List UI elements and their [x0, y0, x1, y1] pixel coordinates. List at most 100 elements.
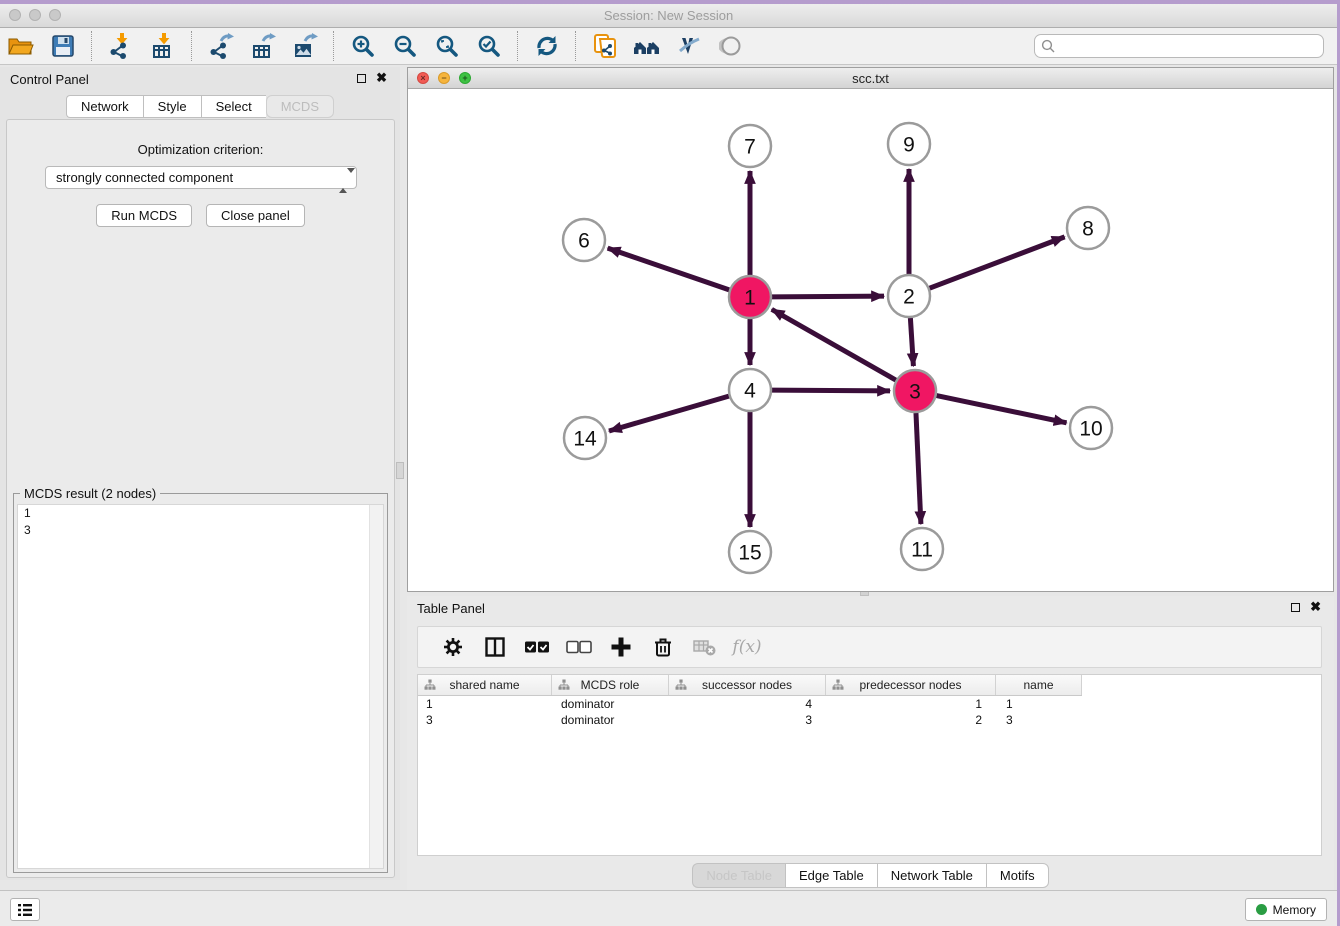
edge-2-3[interactable] [910, 318, 913, 366]
vertical-splitter-grip[interactable] [396, 462, 404, 479]
edge-3-10[interactable] [937, 396, 1067, 423]
scrollbar-track[interactable] [369, 505, 383, 868]
close-panel-button[interactable]: Close panel [206, 204, 305, 227]
edge-4-3[interactable] [772, 390, 890, 391]
mcds-panel: Optimization criterion: strongly connect… [6, 119, 395, 878]
float-panel-icon[interactable] [357, 74, 366, 83]
column-header-successor-nodes[interactable]: successor nodes [669, 675, 826, 695]
table-panel-tabs: Node Table Edge Table Network Table Moti… [407, 863, 1334, 888]
select-all-icon[interactable] [524, 634, 550, 660]
chevron-up-down-icon [339, 170, 349, 186]
close-panel-icon[interactable]: ✖ [376, 71, 387, 85]
edge-3-11[interactable] [916, 413, 921, 524]
cell-shared-name[interactable]: 1 [418, 696, 552, 712]
export-image-icon[interactable] [290, 32, 320, 60]
toggle-graphics-details-icon[interactable] [674, 32, 704, 60]
graph-node-7[interactable]: 7 [729, 125, 771, 167]
cell-predecessor-nodes[interactable]: 2 [826, 712, 996, 728]
column-header-mcds-role[interactable]: MCDS role [552, 675, 669, 695]
cell-shared-name[interactable]: 3 [418, 712, 552, 728]
edge-1-2[interactable] [772, 296, 884, 297]
column-label: shared name [449, 678, 519, 692]
tab-network-table[interactable]: Network Table [877, 863, 986, 888]
tab-network[interactable]: Network [66, 95, 143, 118]
delete-icon[interactable] [650, 634, 676, 660]
toolbar-separator [333, 31, 335, 61]
mcds-result-list[interactable]: 1 3 [17, 504, 384, 869]
close-panel-icon[interactable]: ✖ [1310, 600, 1321, 614]
network-graph[interactable]: 7 9 6 8 1 2 4 3 14 10 15 11 [408, 89, 1333, 591]
network-view-title: scc.txt [408, 71, 1333, 86]
eye-icon[interactable] [716, 32, 746, 60]
column-label: predecessor nodes [859, 678, 961, 692]
columns-icon[interactable] [482, 634, 508, 660]
graph-node-15[interactable]: 15 [729, 531, 771, 573]
tab-motifs[interactable]: Motifs [986, 863, 1049, 888]
save-session-icon[interactable] [48, 32, 78, 60]
graph-node-6[interactable]: 6 [563, 219, 605, 261]
deselect-all-icon[interactable] [566, 634, 592, 660]
column-header-shared-name[interactable]: shared name [418, 675, 552, 695]
table-panel-title: Table Panel [417, 601, 485, 616]
delete-table-icon[interactable] [692, 634, 718, 660]
edge-4-14[interactable] [609, 396, 729, 431]
cell-name[interactable]: 3 [996, 712, 1082, 728]
mcds-result-item[interactable]: 3 [18, 522, 383, 539]
float-panel-icon[interactable] [1291, 603, 1300, 612]
memory-button[interactable]: Memory [1245, 898, 1327, 921]
cell-predecessor-nodes[interactable]: 1 [826, 696, 996, 712]
graph-node-14[interactable]: 14 [564, 417, 606, 459]
network-canvas[interactable]: 7 9 6 8 1 2 4 3 14 10 15 11 [408, 89, 1333, 591]
graph-node-1[interactable]: 1 [729, 276, 771, 318]
export-network-icon[interactable] [206, 32, 236, 60]
mcds-result-item[interactable]: 1 [18, 505, 383, 522]
zoom-selected-icon[interactable] [474, 32, 504, 60]
tab-select[interactable]: Select [201, 95, 266, 118]
cell-name[interactable]: 1 [996, 696, 1082, 712]
graph-node-10[interactable]: 10 [1070, 407, 1112, 449]
graph-node-label: 15 [738, 541, 761, 564]
apply-layout-icon[interactable] [532, 32, 562, 60]
first-neighbors-icon[interactable] [632, 32, 662, 60]
edge-1-6[interactable] [608, 248, 730, 290]
gear-icon[interactable] [440, 634, 466, 660]
graph-node-9[interactable]: 9 [888, 123, 930, 165]
task-history-button[interactable] [10, 898, 40, 921]
zoom-in-icon[interactable] [348, 32, 378, 60]
open-file-icon[interactable] [6, 32, 36, 60]
tab-style[interactable]: Style [143, 95, 201, 118]
run-mcds-button[interactable]: Run MCDS [96, 204, 192, 227]
tab-edge-table[interactable]: Edge Table [785, 863, 877, 888]
table-row[interactable]: 1 dominator 4 1 1 [418, 696, 1321, 712]
tab-node-table[interactable]: Node Table [692, 863, 785, 888]
add-column-icon[interactable] [608, 634, 634, 660]
function-builder-icon[interactable]: f(x) [734, 634, 760, 660]
graph-node-3[interactable]: 3 [894, 370, 936, 412]
table-row[interactable]: 3 dominator 3 2 3 [418, 712, 1321, 728]
import-table-icon[interactable] [148, 32, 178, 60]
zoom-fit-icon[interactable] [432, 32, 462, 60]
graph-node-label: 11 [911, 538, 933, 561]
control-panel-title: Control Panel [10, 72, 89, 87]
cell-mcds-role[interactable]: dominator [552, 696, 669, 712]
cell-mcds-role[interactable]: dominator [552, 712, 669, 728]
node-table[interactable]: shared name MCDS role successor nodes pr… [417, 674, 1322, 856]
graph-node-4[interactable]: 4 [729, 369, 771, 411]
cell-successor-nodes[interactable]: 4 [669, 696, 826, 712]
tab-mcds[interactable]: MCDS [266, 95, 334, 118]
graph-node-2[interactable]: 2 [888, 275, 930, 317]
optimization-criterion-select[interactable]: strongly connected component [45, 166, 357, 189]
column-header-predecessor-nodes[interactable]: predecessor nodes [826, 675, 996, 695]
column-header-name[interactable]: name [996, 675, 1082, 695]
clone-network-icon[interactable] [590, 32, 620, 60]
graph-node-8[interactable]: 8 [1067, 207, 1109, 249]
edge-3-1[interactable] [772, 309, 896, 380]
zoom-out-icon[interactable] [390, 32, 420, 60]
export-table-icon[interactable] [248, 32, 278, 60]
search-input[interactable] [1034, 34, 1324, 58]
edge-2-8[interactable] [930, 237, 1065, 288]
import-network-icon[interactable] [106, 32, 136, 60]
graph-node-11[interactable]: 11 [901, 528, 943, 570]
network-window-titlebar[interactable]: × − + scc.txt [408, 68, 1333, 89]
cell-successor-nodes[interactable]: 3 [669, 712, 826, 728]
